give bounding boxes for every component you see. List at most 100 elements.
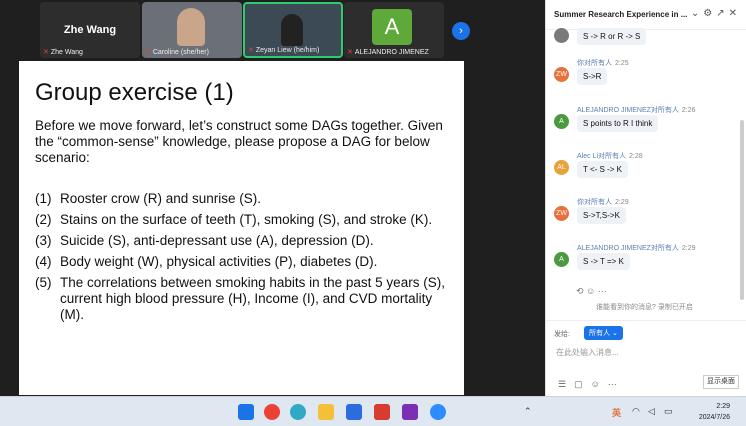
list-item: (4) Body weight (W), physical activities … xyxy=(35,254,455,270)
message-text[interactable]: S -> T => K xyxy=(577,253,630,270)
app-icon[interactable] xyxy=(346,404,362,420)
message-text[interactable]: S -> R or R -> S xyxy=(577,28,647,45)
video-tile[interactable]: A ✕ ALEJANDRO JIMENEZ xyxy=(344,2,444,58)
message-text[interactable]: S->R xyxy=(577,68,608,85)
chrome-icon[interactable] xyxy=(264,404,280,420)
item-number: (5) xyxy=(35,275,52,290)
participant-label: ✕ Zeyan Liew (he/him) xyxy=(248,46,319,54)
wifi-icon[interactable]: ◠ xyxy=(632,406,640,417)
clock[interactable]: 2:29 2024/7/26 xyxy=(699,401,730,423)
message-time: 2:28 xyxy=(629,153,643,160)
message-text[interactable]: T <- S -> K xyxy=(577,161,628,178)
mic-muted-icon: ✕ xyxy=(248,47,254,54)
message-sender: 你对所有人 2:25 xyxy=(577,58,629,68)
battery-icon[interactable]: ▭ xyxy=(664,406,673,417)
chat-title: Summer Research Experience in ... xyxy=(554,10,688,19)
message-input[interactable]: 在此处输入消息... xyxy=(556,347,619,358)
item-text: The correlations between smoking habits … xyxy=(60,275,445,322)
message-sender: ALEJANDRO JIMENEZ对所有人 2:29 xyxy=(577,243,696,253)
onenote-icon[interactable] xyxy=(402,404,418,420)
participant-label: ✕ Zhe Wang xyxy=(43,48,83,56)
message-time: 2:25 xyxy=(615,60,629,67)
emoji-icon[interactable]: ☺ xyxy=(586,286,595,296)
wps-icon[interactable] xyxy=(374,404,390,420)
clock-time: 2:29 xyxy=(716,403,730,410)
recipient-label: 发给: xyxy=(554,331,570,338)
message-sender: ALEJANDRO JIMENEZ对所有人 2:26 xyxy=(577,105,696,115)
tray-expand-icon[interactable]: ⌃ xyxy=(524,406,532,417)
chevron-down-icon: ⌄ xyxy=(611,330,618,337)
exercise-list: (1) Rooster crow (R) and sunrise (S). (2)… xyxy=(35,191,455,328)
recipient-dropdown[interactable]: 所有人 ⌄ xyxy=(584,326,623,340)
message-time: 2:26 xyxy=(681,107,696,114)
slide-title: Group exercise (1) xyxy=(35,79,234,106)
file-explorer-icon[interactable] xyxy=(318,404,334,420)
recipient-value: 所有人 xyxy=(589,330,610,337)
avatar: ZW xyxy=(554,206,569,221)
mic-muted-icon: ✕ xyxy=(347,49,353,56)
chat-header: Summer Research Experience in ... ⌄⚙↗✕ xyxy=(546,0,746,30)
avatar: A xyxy=(372,9,412,45)
privacy-notice[interactable]: 谁能看到你的消息? 录制已开启 xyxy=(596,302,693,312)
participant-name: Zhe Wang xyxy=(63,24,117,36)
message-time: 2:29 xyxy=(615,199,629,206)
avatar: A xyxy=(554,252,569,267)
mic-muted-icon: ✕ xyxy=(145,49,151,56)
ime-indicator[interactable]: 英 xyxy=(612,406,621,419)
message-sender: Alec Li对所有人 2:28 xyxy=(577,151,643,161)
chevron-down-icon[interactable]: ⌄ xyxy=(691,8,703,19)
video-tile-active-speaker[interactable]: ✕ Zeyan Liew (he/him) xyxy=(243,2,343,58)
file-icon[interactable]: ▢ xyxy=(574,379,591,389)
participant-label-text: Caroline (she/her) xyxy=(152,49,209,56)
item-number: (1) xyxy=(35,191,52,206)
chat-panel: Summer Research Experience in ... ⌄⚙↗✕ S… xyxy=(545,0,746,396)
gear-icon[interactable]: ⚙ xyxy=(703,8,716,19)
message-sender: 你对所有人 2:29 xyxy=(577,197,629,207)
taskbar: ⌃ 英 ◠ ◁ ▭ 2:29 2024/7/26 xyxy=(0,396,746,426)
video-tile[interactable]: ✕ Caroline (she/her) xyxy=(142,2,242,58)
participant-label: ✕ ALEJANDRO JIMENEZ xyxy=(347,48,429,56)
avatar: ZW xyxy=(554,67,569,82)
participant-video xyxy=(281,14,303,46)
format-icon[interactable]: ☰ xyxy=(558,379,574,389)
windows-start-icon[interactable] xyxy=(238,404,254,420)
participant-label-text: ALEJANDRO JIMENEZ xyxy=(354,49,429,56)
pop-out-icon[interactable]: ↗ xyxy=(716,8,728,19)
emoji-icon[interactable]: ☺ xyxy=(591,379,608,389)
avatar: A xyxy=(554,114,569,129)
clock-date: 2024/7/26 xyxy=(698,414,730,421)
item-number: (4) xyxy=(35,254,52,269)
compose-tools: ☰▢☺⋯ xyxy=(558,379,625,390)
message-time: 2:29 xyxy=(681,245,696,252)
more-icon[interactable]: ⋯ xyxy=(598,286,607,296)
video-tile[interactable]: Zhe Wang ✕ Zhe Wang xyxy=(40,2,140,58)
zoom-icon[interactable] xyxy=(430,404,446,420)
list-item: (3) Suicide (S), anti-depressant use (A),… xyxy=(35,233,455,249)
chat-scrollbar[interactable] xyxy=(740,120,744,300)
close-icon[interactable]: ✕ xyxy=(729,8,741,19)
sender-name: ALEJANDRO JIMENEZ对所有人 xyxy=(577,245,679,252)
video-strip: Zhe Wang ✕ Zhe Wang ✕ Caroline (she/her) ✕… xyxy=(0,0,545,60)
chat-compose: 发给: 所有人 ⌄ 在此处输入消息... ☰▢☺⋯ 显示桌面 xyxy=(546,320,746,396)
sender-name: 你对所有人 xyxy=(577,60,612,67)
more-icon[interactable]: ⋯ xyxy=(608,379,625,389)
item-text: Stains on the surface of teeth (T), smok… xyxy=(60,212,433,227)
participant-video xyxy=(177,8,205,46)
message-text[interactable]: S points to R I think xyxy=(577,115,659,132)
mic-muted-icon: ✕ xyxy=(43,49,49,56)
avatar: AL xyxy=(554,160,569,175)
slide-intro: Before we move forward, let’s construct … xyxy=(35,118,443,165)
show-desktop-button[interactable]: 显示桌面 xyxy=(703,375,739,389)
item-number: (3) xyxy=(35,233,52,248)
next-page-button[interactable]: › xyxy=(452,22,470,40)
item-text: Body weight (W), physical activities (P)… xyxy=(60,254,378,269)
volume-icon[interactable]: ◁ xyxy=(648,406,655,417)
list-item: (1) Rooster crow (R) and sunrise (S). xyxy=(35,191,455,207)
message-text[interactable]: S->T,S->K xyxy=(577,207,626,224)
reply-icon[interactable]: ⟲ xyxy=(576,286,584,296)
participant-label: ✕ Caroline (she/her) xyxy=(145,48,209,56)
item-number: (2) xyxy=(35,212,52,227)
sender-name: Alec Li对所有人 xyxy=(577,153,627,160)
participant-label-text: Zhe Wang xyxy=(50,49,83,56)
edge-icon[interactable] xyxy=(290,404,306,420)
